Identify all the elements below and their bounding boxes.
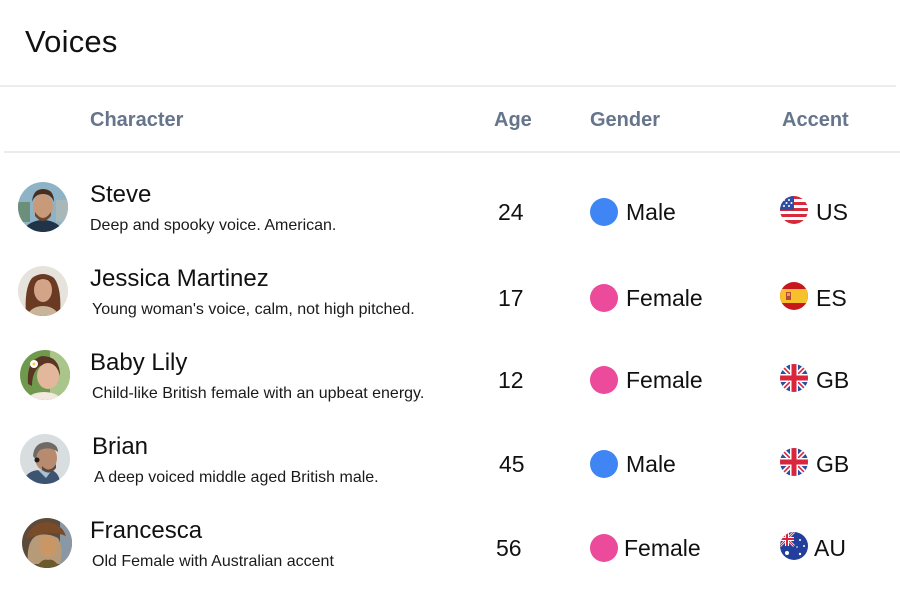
accent-code: US: [816, 199, 848, 225]
gender-female-dot-icon: [590, 534, 618, 562]
character-description: Old Female with Australian accent: [92, 553, 334, 570]
gender-label: Male: [626, 199, 676, 225]
table-row[interactable]: Steve Deep and spooky voice. American. 2…: [0, 170, 900, 254]
character-name: Brian: [92, 433, 149, 460]
age-value: 56: [496, 535, 522, 561]
avatar-steve-icon: [18, 182, 68, 232]
gender-male-dot-icon: [590, 198, 618, 226]
table-row[interactable]: Baby Lily Child-like British female with…: [0, 338, 900, 422]
character-name: Francesca: [90, 517, 203, 544]
flag-es-icon: [780, 282, 808, 310]
title-divider: [0, 85, 896, 87]
header-divider: [4, 151, 900, 153]
accent-code: AU: [814, 535, 846, 561]
accent-code: GB: [816, 451, 850, 477]
avatar-jessica-icon: [18, 266, 68, 316]
accent-code: GB: [816, 367, 850, 393]
character-name: Steve: [90, 181, 152, 208]
age-value: 17: [498, 285, 524, 311]
age-value: 24: [498, 199, 524, 225]
character-name: Jessica Martinez: [90, 265, 269, 292]
avatar-lily-icon: [20, 350, 70, 400]
character-description: A deep voiced middle aged British male.: [94, 469, 379, 486]
gender-label: Female: [626, 367, 703, 393]
gender-female-dot-icon: [590, 366, 618, 394]
gender-label: Female: [624, 535, 701, 561]
table-row[interactable]: Brian A deep voiced middle aged British …: [0, 422, 900, 506]
gender-label: Male: [626, 451, 676, 477]
page-title: Voices: [25, 24, 118, 59]
character-name: Baby Lily: [90, 349, 188, 376]
avatar-brian-icon: [20, 434, 70, 484]
age-value: 45: [499, 451, 525, 477]
character-description: Deep and spooky voice. American.: [90, 217, 337, 234]
column-header-character[interactable]: Character: [90, 109, 183, 132]
flag-au-icon: [780, 532, 808, 560]
gender-male-dot-icon: [590, 450, 618, 478]
gender-female-dot-icon: [590, 284, 618, 312]
character-description: Young woman's voice, calm, not high pitc…: [92, 301, 415, 318]
column-header-accent[interactable]: Accent: [782, 109, 849, 132]
age-value: 12: [498, 367, 524, 393]
flag-us-icon: [780, 196, 808, 224]
avatar-francesca-icon: [22, 518, 72, 568]
column-header-gender[interactable]: Gender: [590, 109, 660, 132]
accent-code: ES: [816, 285, 847, 311]
character-description: Child-like British female with an upbeat…: [92, 385, 425, 402]
flag-gb-icon: [780, 364, 808, 392]
flag-gb-icon: [780, 448, 808, 476]
column-header-age[interactable]: Age: [494, 109, 532, 132]
table-row[interactable]: Jessica Martinez Young woman's voice, ca…: [0, 254, 900, 338]
gender-label: Female: [626, 285, 703, 311]
table-row[interactable]: Francesca Old Female with Australian acc…: [0, 506, 900, 590]
